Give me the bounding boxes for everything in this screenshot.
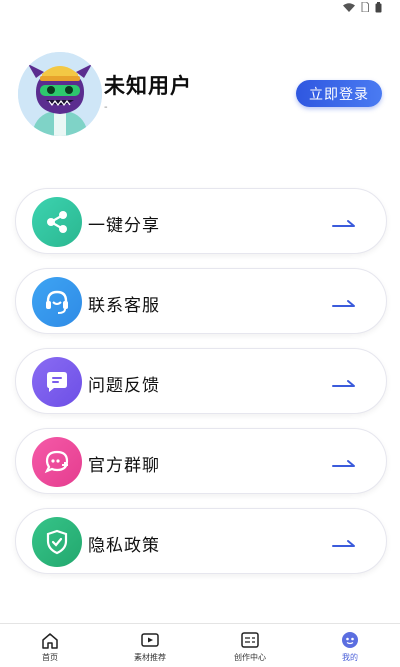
nav-label: 首页 xyxy=(42,653,58,662)
arrow-right-icon xyxy=(332,533,356,552)
menu-label: 隐私政策 xyxy=(88,536,160,556)
nav-label: 创作中心 xyxy=(234,653,266,662)
menu-item-customer-service[interactable]: 联系客服 xyxy=(15,268,387,334)
login-button[interactable]: 立即登录 xyxy=(296,80,382,107)
headset-icon xyxy=(29,274,82,327)
arrow-right-icon xyxy=(332,213,356,232)
wifi-icon xyxy=(343,2,355,12)
nav-item-materials[interactable]: 素材推荐 xyxy=(100,624,200,667)
arrow-right-icon xyxy=(332,453,356,472)
nav-label: 我的 xyxy=(342,653,358,662)
nav-item-creation-center[interactable]: 创作中心 xyxy=(200,624,300,667)
nav-item-home[interactable]: 首页 xyxy=(0,624,100,667)
video-icon xyxy=(141,631,159,649)
menu-label: 一键分享 xyxy=(88,216,160,236)
battery-icon xyxy=(375,1,382,13)
home-icon xyxy=(41,631,59,649)
menu-item-feedback[interactable]: 问题反馈 xyxy=(15,348,387,414)
nav-label: 素材推荐 xyxy=(134,653,166,662)
username: 未知用户 xyxy=(104,74,192,98)
feedback-chat-icon xyxy=(29,354,82,407)
document-icon xyxy=(241,631,259,649)
menu-item-group-chat[interactable]: 官方群聊 xyxy=(15,428,387,494)
avatar[interactable] xyxy=(18,52,102,136)
profile-face-icon xyxy=(341,631,359,649)
menu-label: 问题反馈 xyxy=(88,376,160,396)
user-subtitle: - xyxy=(104,102,108,113)
group-chat-icon xyxy=(29,434,82,487)
sim-icon xyxy=(361,2,369,12)
arrow-right-icon xyxy=(332,373,356,392)
menu-item-share[interactable]: 一键分享 xyxy=(15,188,387,254)
nav-item-mine[interactable]: 我的 xyxy=(300,624,400,667)
arrow-right-icon xyxy=(332,293,356,312)
share-icon xyxy=(29,194,82,247)
profile-header: 未知用户 - 立即登录 xyxy=(16,52,384,138)
status-bar xyxy=(0,0,400,14)
bottom-navigation: 首页 素材推荐 创作中心 我的 xyxy=(0,623,400,667)
menu-label: 官方群聊 xyxy=(88,456,160,476)
menu-item-privacy-policy[interactable]: 隐私政策 xyxy=(15,508,387,574)
shield-check-icon xyxy=(29,514,82,567)
menu-label: 联系客服 xyxy=(88,296,160,316)
